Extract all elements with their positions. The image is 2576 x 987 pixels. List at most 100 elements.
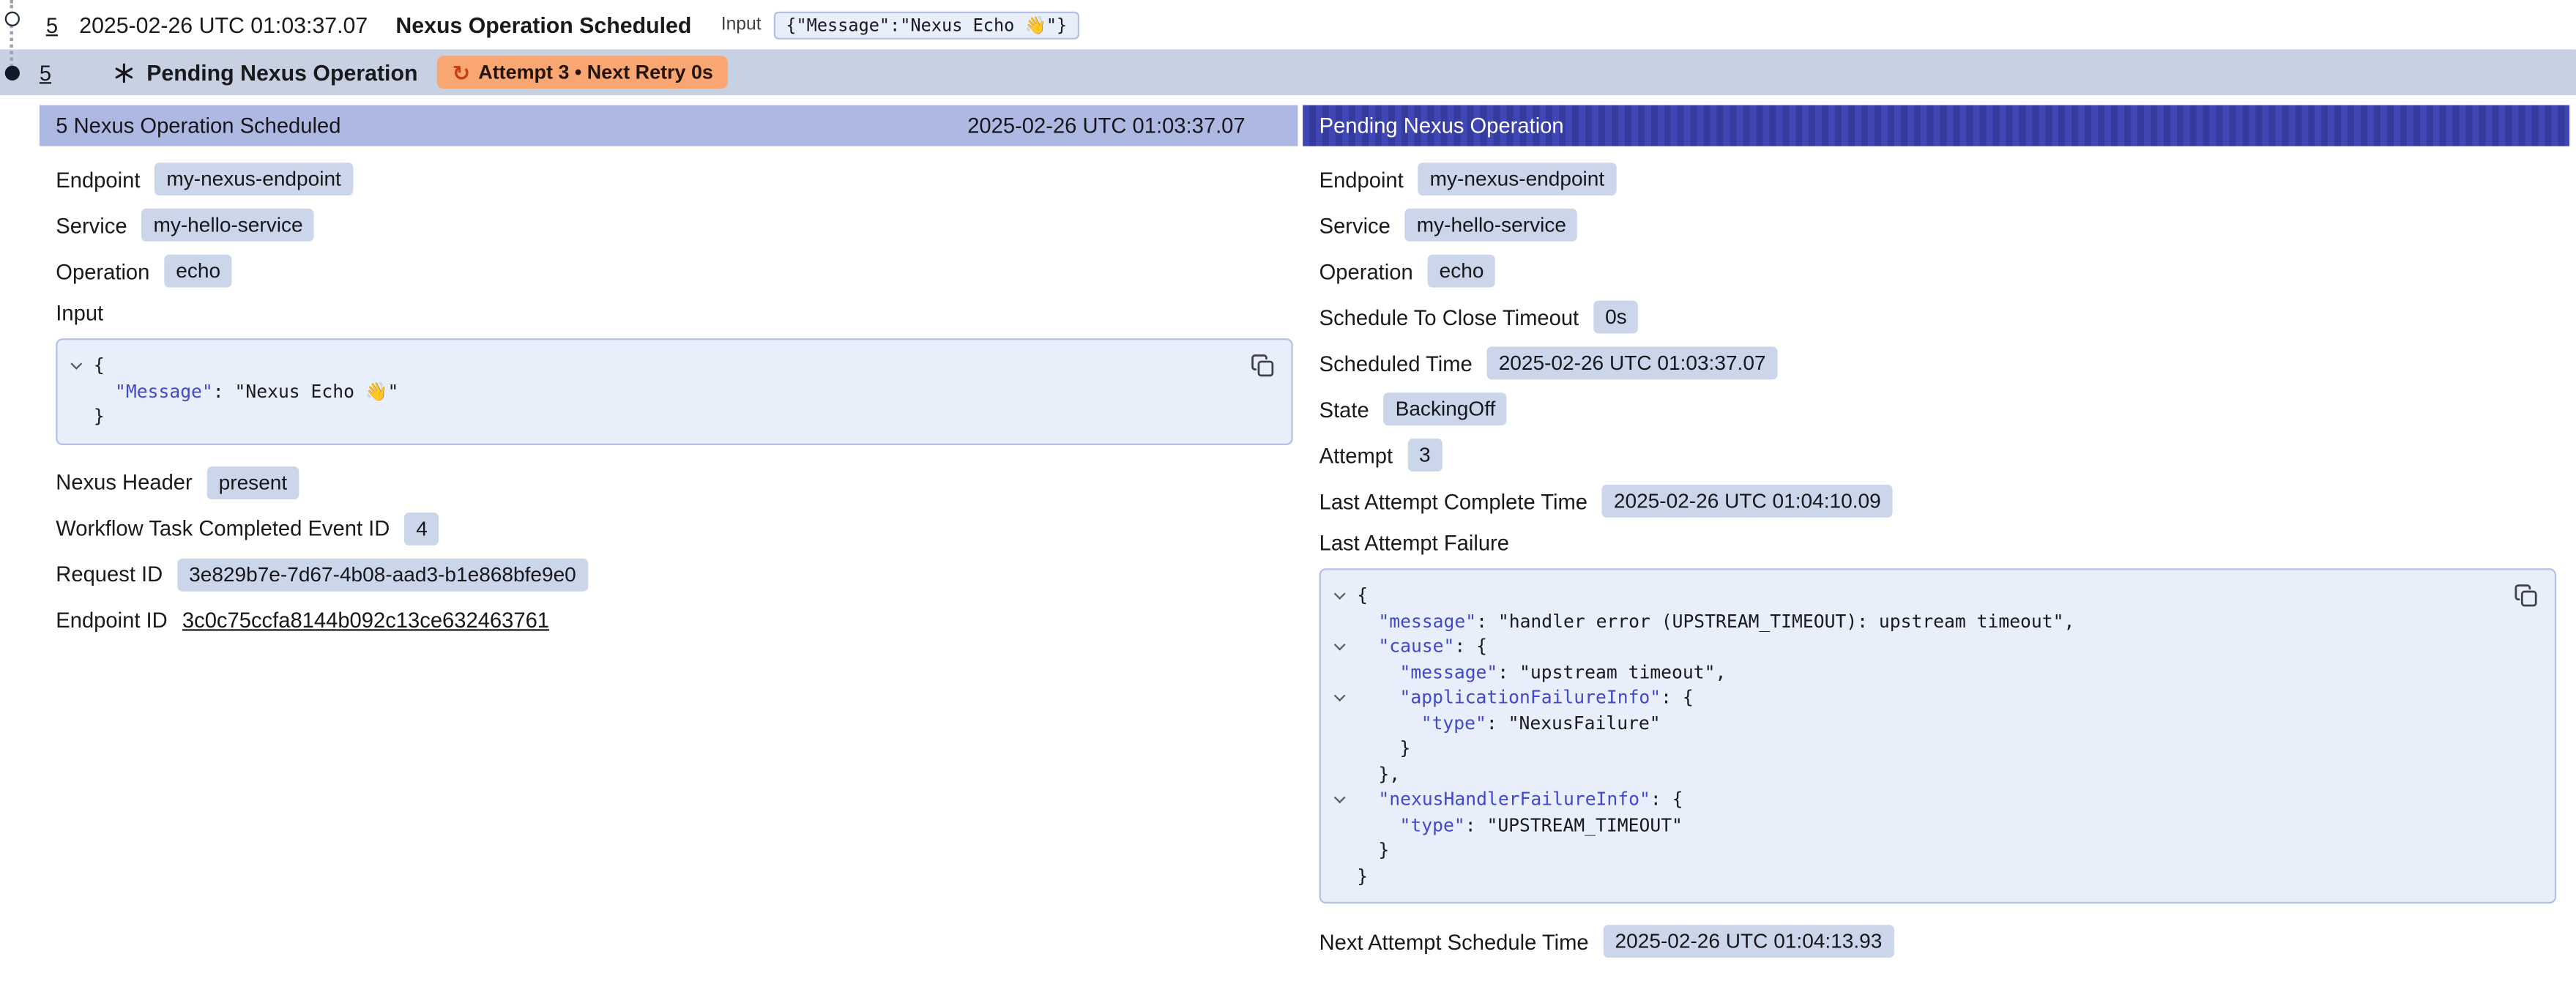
field-value-chip: present [207, 466, 299, 499]
code-line: "message": "upstream timeout", [1321, 660, 2506, 685]
code-line: "type": "NexusFailure" [1321, 710, 2506, 736]
code-line-text: "nexusHandlerFailureInfo": { [1357, 787, 1683, 813]
field-row: Service my-hello-service [56, 209, 1298, 242]
chevron-down-icon[interactable] [70, 357, 81, 369]
code-line: "message": "handler error (UPSTREAM_TIME… [1321, 608, 2506, 634]
failure-json: { "message": "handler error (UPSTREAM_TI… [1321, 583, 2506, 888]
field-label: Endpoint [56, 167, 140, 192]
scheduled-event-header[interactable]: 5 Nexus Operation Scheduled 2025-02-26 U… [40, 105, 1298, 146]
pending-operation-fields: Endpoint my-nexus-endpoint Service my-he… [1319, 163, 2569, 518]
code-collapse-toggle[interactable] [1321, 736, 1357, 761]
field-value-chip: my-nexus-endpoint [155, 163, 353, 195]
field-value-chip: 3 [1407, 439, 1442, 472]
code-line-text: } [94, 404, 105, 430]
code-collapse-toggle[interactable] [1321, 660, 1357, 685]
field-label: Scheduled Time [1319, 351, 1473, 376]
field-row: Request ID 3e829b7e-7d67-4b08-aad3-b1e86… [56, 558, 1298, 591]
code-collapse-toggle[interactable] [1321, 838, 1357, 863]
code-line: "cause": { [1321, 634, 2506, 660]
field-row: Workflow Task Completed Event ID 4 [56, 512, 1298, 545]
field-value-chip: 0s [1593, 301, 1638, 334]
code-collapse-toggle[interactable] [1321, 685, 1357, 711]
field-label: Operation [56, 258, 149, 283]
field-row: Scheduled Time 2025-02-26 UTC 01:03:37.0… [1319, 346, 2569, 379]
field-value-chip: my-hello-service [142, 209, 315, 242]
field-label: Attempt [1319, 443, 1393, 468]
code-line-text: } [1357, 736, 1410, 761]
scheduled-event-header-timestamp: 2025-02-26 UTC 01:03:37.07 [967, 113, 1245, 138]
field-label: Next Attempt Schedule Time [1319, 929, 1589, 954]
code-collapse-toggle[interactable] [1321, 812, 1357, 838]
field-label: Service [56, 213, 127, 238]
pending-operation-header[interactable]: Pending Nexus Operation [1303, 105, 2569, 146]
chevron-down-icon[interactable] [1333, 792, 1345, 803]
scheduled-event-fields-bottom: Nexus Header present Workflow Task Compl… [56, 466, 1298, 636]
code-line: } [1321, 838, 2506, 863]
code-line-text: "cause": { [1357, 634, 1487, 660]
code-collapse-toggle[interactable] [1321, 634, 1357, 660]
code-collapse-toggle[interactable] [58, 404, 94, 430]
code-collapse-toggle[interactable] [1321, 787, 1357, 813]
field-label: Last Attempt Complete Time [1319, 488, 1587, 513]
field-label: Workflow Task Completed Event ID [56, 515, 390, 540]
code-line: "applicationFailureInfo": { [1321, 685, 2506, 711]
chevron-down-icon[interactable] [1333, 690, 1345, 701]
chevron-down-icon[interactable] [1333, 638, 1345, 650]
field-value-chip: 4 [405, 512, 439, 545]
event-id-link[interactable]: 5 [46, 12, 58, 37]
event-detail-area: 5 Nexus Operation Scheduled 2025-02-26 U… [40, 105, 2576, 987]
app-root: 5 2025-02-26 UTC 01:03:37.07 Nexus Opera… [0, 0, 2576, 956]
scheduled-event-body: Endpoint my-nexus-endpoint Service my-he… [40, 146, 1298, 666]
field-value-chip: 3e829b7e-7d67-4b08-aad3-b1e868bfe9e0 [177, 558, 587, 591]
event-group-circle-icon [5, 12, 20, 26]
retry-badge-label: Attempt 3 • Next Retry 0s [478, 61, 713, 83]
field-label: Endpoint ID [56, 608, 167, 633]
field-value-chip: my-nexus-endpoint [1418, 163, 1616, 195]
code-line: { [1321, 583, 2506, 608]
code-line-text: "type": "UPSTREAM_TIMEOUT" [1357, 812, 1683, 838]
code-line-text: }, [1357, 761, 1400, 787]
code-collapse-toggle[interactable] [58, 379, 94, 404]
field-row: Endpoint ID 3c0c75ccfa8144b092c13ce63246… [56, 604, 1298, 637]
copy-button[interactable] [2514, 583, 2539, 608]
field-row: Service my-hello-service [1319, 209, 2569, 242]
chevron-down-icon[interactable] [1333, 588, 1345, 600]
field-value-link[interactable]: 3c0c75ccfa8144b092c13ce632463761 [182, 608, 549, 633]
field-value-chip: 2025-02-26 UTC 01:04:10.09 [1602, 485, 1892, 518]
event-input-preview[interactable]: {"Message":"Nexus Echo 👋"} [775, 11, 1079, 39]
scheduled-event-panel: 5 Nexus Operation Scheduled 2025-02-26 U… [40, 105, 1298, 666]
code-collapse-toggle[interactable] [58, 353, 94, 379]
pending-operation-panel: Pending Nexus Operation Endpoint my-nexu… [1303, 105, 2569, 987]
field-label: State [1319, 397, 1369, 422]
pending-operation-row[interactable]: 5 Pending Nexus Operation ↻ Attempt 3 • … [0, 49, 2576, 95]
field-value-chip: BackingOff [1384, 392, 1507, 425]
next-attempt-field: Next Attempt Schedule Time 2025-02-26 UT… [1319, 925, 2569, 958]
field-row: Schedule To Close Timeout 0s [1319, 301, 2569, 334]
pending-event-dot-icon [5, 66, 20, 81]
code-line: "Message": "Nexus Echo 👋" [58, 379, 1243, 404]
field-row: Attempt 3 [1319, 439, 2569, 472]
field-row: Endpoint my-nexus-endpoint [1319, 163, 2569, 195]
input-code-block: { "Message": "Nexus Echo 👋" } [56, 338, 1292, 444]
code-line-text: } [1357, 863, 1368, 889]
scheduled-event-fields: Endpoint my-nexus-endpoint Service my-he… [56, 163, 1298, 288]
code-collapse-toggle[interactable] [1321, 608, 1357, 634]
input-section-label: Input [56, 301, 1298, 330]
field-value-chip: my-hello-service [1405, 209, 1578, 242]
code-collapse-toggle[interactable] [1321, 710, 1357, 736]
code-line-text: "Message": "Nexus Echo 👋" [94, 379, 399, 404]
field-row: Operation echo [1319, 255, 2569, 288]
history-event-row[interactable]: 5 2025-02-26 UTC 01:03:37.07 Nexus Opera… [0, 0, 2576, 49]
pending-operation-body: Endpoint my-nexus-endpoint Service my-he… [1303, 146, 2569, 987]
code-collapse-toggle[interactable] [1321, 863, 1357, 889]
field-row: Last Attempt Complete Time 2025-02-26 UT… [1319, 485, 2569, 518]
field-value-chip: 2025-02-26 UTC 01:04:13.93 [1604, 925, 1894, 958]
retry-badge: ↻ Attempt 3 • Next Retry 0s [437, 56, 728, 89]
code-collapse-toggle[interactable] [1321, 583, 1357, 608]
pending-event-id-link[interactable]: 5 [40, 60, 51, 85]
code-collapse-toggle[interactable] [1321, 761, 1357, 787]
code-line-text: "message": "upstream timeout", [1357, 660, 1726, 685]
field-row: Operation echo [56, 255, 1298, 288]
copy-button[interactable] [1250, 353, 1275, 378]
field-row: Endpoint my-nexus-endpoint [56, 163, 1298, 195]
